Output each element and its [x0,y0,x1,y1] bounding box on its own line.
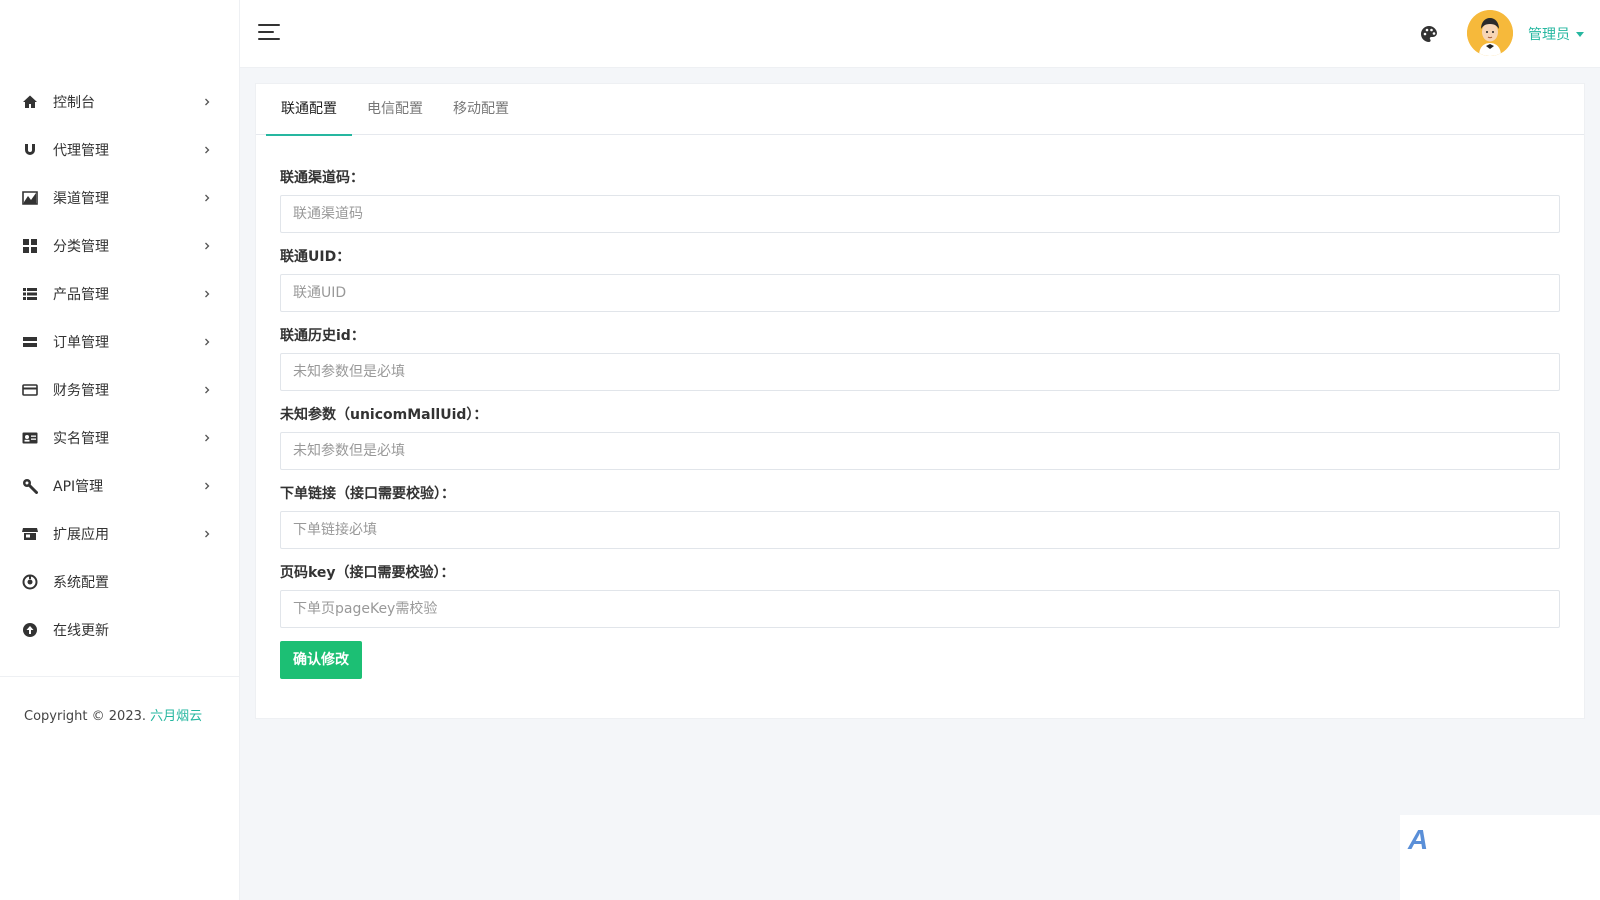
chevron-right-icon [203,338,211,346]
sidebar-item-label: 系统配置 [53,575,109,591]
sidebar-item-update[interactable]: 在线更新 [0,606,239,654]
copyright: Copyright © 2023. 六月烟云 [0,677,239,724]
sidebar-item-label: 代理管理 [53,143,109,159]
logo-area [0,0,239,78]
wrench-icon [22,478,38,494]
chevron-right-icon [203,290,211,298]
sidebar-item-categories[interactable]: 分类管理 [0,222,239,270]
topbar: 管理员 [240,0,1600,68]
sidebar-item-label: 在线更新 [53,623,109,639]
page-key-input[interactable] [280,590,1560,628]
confirm-button[interactable]: 确认修改 [280,641,362,679]
field-mall-uid: 未知参数（unicomMallUid）： [280,404,1560,470]
caret-down-icon [1576,31,1584,37]
upload-icon [22,622,38,638]
settings-icon [22,574,38,590]
grid-icon [22,238,38,254]
sidebar-item-label: 订单管理 [53,335,109,351]
field-label: 未知参数（unicomMallUid）： [280,407,488,423]
sidebar-item-channels[interactable]: 渠道管理 [0,174,239,222]
chevron-right-icon [203,242,211,250]
sidebar-item-system[interactable]: 系统配置 [0,558,239,606]
uid-input[interactable] [280,274,1560,312]
field-history-id: 联通历史id： [280,325,1560,391]
sidebar-item-label: API管理 [53,479,104,495]
user-name: 管理员 [1528,27,1570,43]
config-card: 联通配置 电信配置 移动配置 联通渠道码： 联通UID： 联通历史id： 未知参… [255,83,1585,719]
config-tabs: 联通配置 电信配置 移动配置 [256,84,1584,136]
chevron-right-icon [203,146,211,154]
sidebar-item-label: 扩展应用 [53,527,109,543]
sidebar-item-label: 财务管理 [53,383,109,399]
chevron-right-icon [203,482,211,490]
field-channel-code: 联通渠道码： [280,167,1560,233]
magnet-icon [22,142,38,158]
sidebar-item-orders[interactable]: 订单管理 [0,318,239,366]
sidebar-item-label: 产品管理 [53,287,109,303]
tab-telecom[interactable]: 电信配置 [352,84,438,135]
unicom-config-form: 联通渠道码： 联通UID： 联通历史id： 未知参数（unicomMallUid… [256,135,1584,679]
menu-toggle-icon[interactable] [258,24,280,42]
history-id-input[interactable] [280,353,1560,391]
watermark-overlay [1400,815,1600,900]
palette-icon[interactable] [1420,25,1438,43]
field-label: 联通渠道码： [280,170,364,186]
field-page-key: 页码key（接口需要校验）： [280,562,1560,628]
sidebar-item-finance[interactable]: 财务管理 [0,366,239,414]
chevron-right-icon [203,194,211,202]
field-order-link: 下单链接（接口需要校验）： [280,483,1560,549]
sidebar: 控制台 代理管理 渠道管理 分类管理 产品管理 订单管理 财务管理 实名管理 A… [0,0,240,900]
tab-mobile[interactable]: 移动配置 [438,84,524,135]
sidebar-menu: 控制台 代理管理 渠道管理 分类管理 产品管理 订单管理 财务管理 实名管理 A… [0,78,239,654]
store-icon [22,526,38,542]
card-icon [22,382,38,398]
field-uid: 联通UID： [280,246,1560,312]
sidebar-item-realname[interactable]: 实名管理 [0,414,239,462]
channel-code-input[interactable] [280,195,1560,233]
field-label: 联通UID： [280,249,351,265]
sidebar-item-label: 实名管理 [53,431,109,447]
chevron-right-icon [203,386,211,394]
avatar[interactable] [1467,10,1513,56]
id-card-icon [22,430,38,446]
watermark-logo: A [1408,824,1429,855]
field-label: 页码key（接口需要校验）： [280,565,455,581]
sidebar-item-agents[interactable]: 代理管理 [0,126,239,174]
tab-unicom[interactable]: 联通配置 [266,84,352,136]
chevron-right-icon [203,434,211,442]
sidebar-item-label: 控制台 [53,95,95,111]
copyright-link[interactable]: 六月烟云 [150,709,202,724]
sidebar-item-api[interactable]: API管理 [0,462,239,510]
sidebar-item-dashboard[interactable]: 控制台 [0,78,239,126]
field-label: 下单链接（接口需要校验）： [280,486,455,502]
sidebar-item-label: 分类管理 [53,239,109,255]
sidebar-item-label: 渠道管理 [53,191,109,207]
copyright-text: Copyright © 2023. [24,709,151,724]
chevron-right-icon [203,98,211,106]
field-label: 联通历史id： [280,328,365,344]
sidebar-item-products[interactable]: 产品管理 [0,270,239,318]
mall-uid-input[interactable] [280,432,1560,470]
user-menu[interactable]: 管理员 [1528,24,1584,44]
order-icon [22,334,38,350]
order-link-input[interactable] [280,511,1560,549]
list-icon [22,286,38,302]
home-icon [22,94,38,110]
sidebar-item-extensions[interactable]: 扩展应用 [0,510,239,558]
chart-icon [22,190,38,206]
chevron-right-icon [203,530,211,538]
